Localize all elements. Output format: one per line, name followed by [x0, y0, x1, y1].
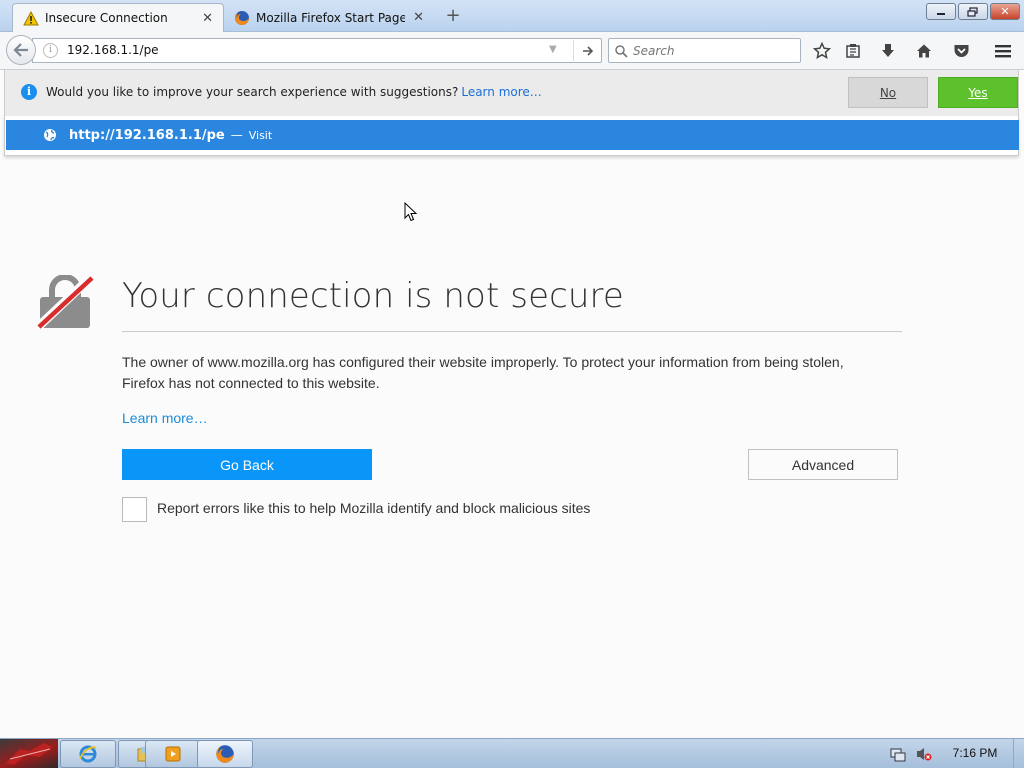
- info-icon: i: [21, 84, 37, 100]
- mouse-cursor-icon: [404, 201, 418, 226]
- advanced-button[interactable]: Advanced: [748, 449, 898, 480]
- go-arrow-icon[interactable]: [573, 40, 601, 61]
- suggestions-text: Would you like to improve your search ex…: [46, 85, 459, 99]
- downloads-icon[interactable]: [876, 39, 900, 63]
- report-errors-label[interactable]: Report errors like this to help Mozilla …: [157, 500, 590, 516]
- url-bar[interactable]: i 192.168.1.1/pe ▼: [32, 38, 602, 63]
- close-tab-icon[interactable]: ✕: [202, 11, 213, 26]
- autocomplete-action: Visit: [248, 128, 273, 142]
- close-tab-icon[interactable]: ✕: [413, 10, 424, 25]
- tab-title: Mozilla Firefox Start Page: [256, 10, 406, 25]
- internet-explorer-icon[interactable]: [60, 740, 116, 768]
- minimize-button[interactable]: [926, 3, 956, 20]
- bookmark-star-icon[interactable]: [810, 39, 834, 63]
- tab-insecure-connection[interactable]: Insecure Connection ✕: [12, 3, 224, 32]
- title-bar: Insecure Connection ✕ Mozilla Firefox St…: [0, 0, 1024, 32]
- globe-icon: [43, 128, 57, 142]
- firefox-icon[interactable]: [197, 740, 253, 768]
- search-icon: [615, 43, 628, 62]
- menu-hamburger-icon[interactable]: [991, 39, 1015, 63]
- url-text[interactable]: 192.168.1.1/pe: [67, 43, 159, 57]
- learn-more-link[interactable]: Learn more…: [122, 410, 208, 426]
- report-errors-checkbox[interactable]: [122, 497, 147, 522]
- warning-icon: [23, 10, 39, 26]
- search-suggestions-prompt: i Would you like to improve your search …: [4, 70, 1019, 116]
- restore-button[interactable]: [958, 3, 988, 20]
- media-player-icon[interactable]: [145, 740, 201, 768]
- broken-lock-icon: [34, 273, 95, 331]
- autocomplete-url: http://192.168.1.1/pe: [69, 127, 225, 143]
- clock[interactable]: 7:16 PM: [940, 746, 1010, 760]
- taskbar: 7:16 PM: [0, 738, 1024, 768]
- suggestions-yes-button[interactable]: Yes: [938, 77, 1018, 108]
- home-icon[interactable]: [912, 39, 936, 63]
- go-back-button[interactable]: Go Back: [122, 449, 372, 480]
- autocomplete-separator: —: [230, 128, 243, 142]
- show-desktop-button[interactable]: [1013, 739, 1024, 768]
- firefox-icon: [234, 10, 250, 26]
- back-arrow-icon: [13, 43, 28, 57]
- search-input[interactable]: [633, 40, 793, 61]
- search-bar[interactable]: [608, 38, 801, 63]
- start-button[interactable]: [0, 739, 58, 768]
- info-icon[interactable]: i: [43, 43, 58, 58]
- bookmarks-menu-icon[interactable]: [841, 39, 865, 63]
- new-tab-button[interactable]: +: [442, 6, 464, 28]
- learn-more-link[interactable]: Learn more…: [461, 85, 541, 99]
- title-divider: [122, 331, 902, 332]
- error-description: The owner of www.mozilla.org has configu…: [122, 354, 844, 391]
- tab-mozilla-start-page[interactable]: Mozilla Firefox Start Page ✕: [224, 3, 434, 32]
- volume-muted-icon[interactable]: [916, 746, 932, 766]
- back-button[interactable]: [6, 35, 36, 65]
- network-icon[interactable]: [890, 746, 906, 766]
- suggestions-no-button[interactable]: No: [848, 77, 928, 108]
- dropdown-arrow-icon[interactable]: ▼: [549, 44, 557, 55]
- pocket-icon[interactable]: [949, 39, 973, 63]
- suggestions-message: Would you like to improve your search ex…: [46, 85, 542, 99]
- url-autocomplete-popup: http://192.168.1.1/pe — Visit: [4, 116, 1019, 156]
- close-window-button[interactable]: ✕: [990, 3, 1020, 20]
- navigation-bar: i 192.168.1.1/pe ▼: [0, 32, 1024, 70]
- tab-title: Insecure Connection: [45, 11, 168, 25]
- page-title: Your connection is not secure: [122, 276, 624, 316]
- autocomplete-row[interactable]: http://192.168.1.1/pe — Visit: [6, 120, 1019, 150]
